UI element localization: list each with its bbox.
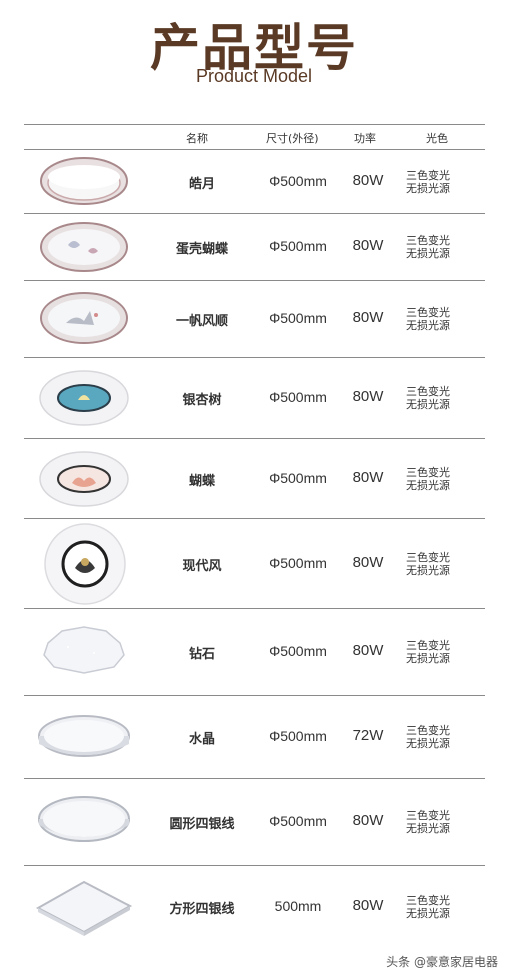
table-row: 圆形四银线 Φ500mm 80W 三色变光 无损光源 <box>24 779 485 866</box>
table-row: 方形四银线 500mm 80W 三色变光 无损光源 <box>24 866 485 948</box>
light-mode: 三色变光 <box>406 466 450 479</box>
product-power: 80W <box>352 172 384 189</box>
light-mode: 三色变光 <box>406 894 450 907</box>
table-row: 蝴蝶 Φ500mm 80W 三色变光 无损光源 <box>24 439 485 519</box>
round-lamp-plain-icon <box>40 157 128 205</box>
light-source: 无损光源 <box>406 247 450 260</box>
product-name: 银杏树 <box>182 393 222 408</box>
product-name: 皓月 <box>188 177 215 192</box>
product-power: 80W <box>352 237 384 254</box>
light-mode: 三色变光 <box>406 639 450 652</box>
product-name: 蛋壳蝴蝶 <box>175 242 228 257</box>
page-subtitle: Product Model <box>195 66 313 86</box>
round-lamp-ginkgo-icon <box>39 370 129 426</box>
product-size: Φ500mm <box>269 728 327 744</box>
column-header-size: 尺寸(外径) <box>266 132 319 145</box>
product-power: 80W <box>352 897 384 914</box>
product-size: Φ500mm <box>269 555 327 571</box>
table-row: 银杏树 Φ500mm 80W 三色变光 无损光源 <box>24 358 485 439</box>
table-header: 名称 尺寸(外径) 功率 光色 <box>24 124 485 150</box>
product-power: 80W <box>352 469 384 486</box>
table-row: 蛋壳蝴蝶 Φ500mm 80W 三色变光 无损光源 <box>24 214 485 281</box>
light-mode: 三色变光 <box>406 724 450 737</box>
light-source: 无损光源 <box>406 822 450 835</box>
light-source: 无损光源 <box>406 907 450 920</box>
product-light: 三色变光 无损光源 <box>406 466 470 492</box>
product-light: 三色变光 无损光源 <box>406 809 470 835</box>
product-size: Φ500mm <box>269 470 327 486</box>
table-row: 现代风 Φ500mm 80W 三色变光 无损光源 <box>24 519 485 609</box>
product-light: 三色变光 无损光源 <box>406 639 470 665</box>
product-size: Φ500mm <box>269 813 327 829</box>
light-mode: 三色变光 <box>406 551 450 564</box>
round-silver-line-lamp-icon <box>38 796 130 842</box>
light-mode: 三色变光 <box>406 169 450 182</box>
table-row: 钻石 Φ500mm 80W 三色变光 无损光源 <box>24 609 485 696</box>
round-lamp-butterfly-icon <box>40 222 128 272</box>
product-name: 水晶 <box>188 732 215 747</box>
product-size: 500mm <box>274 898 322 914</box>
square-silver-line-lamp-icon <box>35 880 133 936</box>
product-light: 三色变光 无损光源 <box>406 551 470 577</box>
product-light: 三色变光 无损光源 <box>406 894 470 920</box>
light-source: 无损光源 <box>406 737 450 750</box>
light-source: 无损光源 <box>406 398 450 411</box>
product-power: 80W <box>352 309 384 326</box>
product-power: 80W <box>352 642 384 659</box>
round-lamp-pink-butterfly-icon <box>39 451 129 507</box>
product-name: 钻石 <box>188 647 215 662</box>
product-power: 80W <box>352 812 384 829</box>
product-size: Φ500mm <box>269 173 327 189</box>
light-mode: 三色变光 <box>406 385 450 398</box>
column-header-power: 功率 <box>354 132 376 145</box>
column-header-light: 光色 <box>426 132 448 145</box>
product-light: 三色变光 无损光源 <box>406 724 470 750</box>
product-power: 80W <box>352 388 384 405</box>
product-name: 蝴蝶 <box>188 474 215 489</box>
column-header-name: 名称 <box>186 132 208 145</box>
crystal-lamp-icon <box>38 715 130 757</box>
product-size: Φ500mm <box>269 389 327 405</box>
product-light: 三色变光 无损光源 <box>406 385 470 411</box>
table-row: 皓月 Φ500mm 80W 三色变光 无损光源 <box>24 150 485 214</box>
watermark: 头条 @豪意家居电器 <box>386 955 498 969</box>
product-light: 三色变光 无损光源 <box>406 234 470 260</box>
product-light: 三色变光 无损光源 <box>406 169 470 195</box>
product-table: 名称 尺寸(外径) 功率 光色 皓月 Φ500mm 80W 三色变光 无损光源 … <box>24 124 485 948</box>
product-size: Φ500mm <box>269 643 327 659</box>
product-light: 三色变光 无损光源 <box>406 306 470 332</box>
product-size: Φ500mm <box>269 238 327 254</box>
product-name: 一帆风顺 <box>175 314 228 329</box>
light-source: 无损光源 <box>406 182 450 195</box>
light-source: 无损光源 <box>406 319 450 332</box>
table-row: 一帆风顺 Φ500mm 80W 三色变光 无损光源 <box>24 281 485 358</box>
round-lamp-modern-icon <box>44 523 126 605</box>
light-source: 无损光源 <box>406 564 450 577</box>
light-mode: 三色变光 <box>406 234 450 247</box>
light-source: 无损光源 <box>406 652 450 665</box>
page-header: 产品型号 Product Model <box>0 0 508 118</box>
product-name: 现代风 <box>182 559 222 574</box>
product-size: Φ500mm <box>269 310 327 326</box>
table-row: 水晶 Φ500mm 72W 三色变光 无损光源 <box>24 696 485 779</box>
product-power: 80W <box>352 554 384 571</box>
product-name: 圆形四银线 <box>169 817 235 832</box>
light-mode: 三色变光 <box>406 809 450 822</box>
light-source: 无损光源 <box>406 479 450 492</box>
diamond-lamp-icon <box>43 626 125 674</box>
round-lamp-sailboat-icon <box>40 292 128 344</box>
product-name: 方形四银线 <box>169 902 235 917</box>
light-mode: 三色变光 <box>406 306 450 319</box>
product-power: 72W <box>352 727 384 744</box>
